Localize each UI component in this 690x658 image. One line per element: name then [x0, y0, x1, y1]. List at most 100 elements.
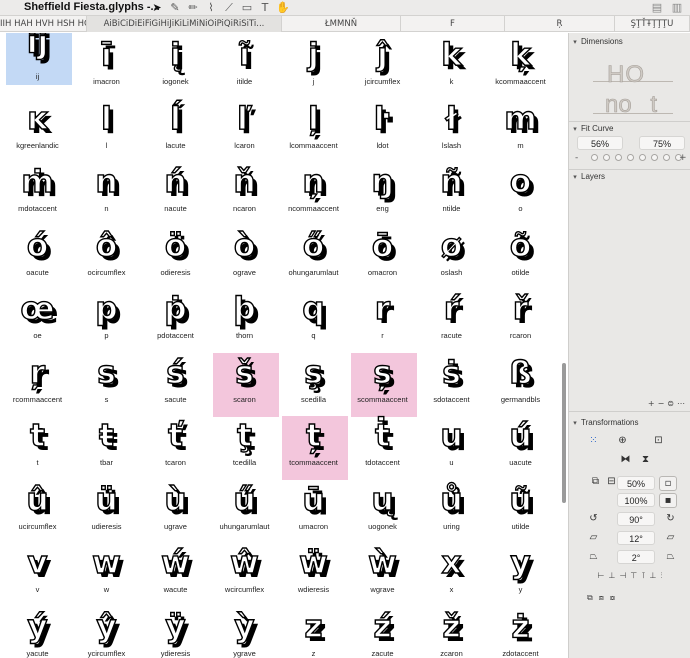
glyph-cell-yacute[interactable]: ý yacute — [3, 605, 72, 658]
plus-icon[interactable]: + — [648, 399, 655, 408]
glyph-cell-o[interactable]: oo — [486, 160, 555, 224]
glyph-cell-scedilla[interactable]: ş scedilla — [279, 351, 348, 415]
brush-icon[interactable]: ⌇ — [204, 1, 218, 15]
sidebar-icon[interactable]: ▤ — [650, 1, 664, 15]
glyph-cell-tcedilla[interactable]: ţ tcedilla — [210, 414, 279, 478]
scrollbar-thumb[interactable] — [562, 363, 566, 503]
grid-scrollbar[interactable] — [560, 33, 567, 658]
draw-icon[interactable]: ✎ — [168, 1, 182, 15]
rotate-right-icon[interactable]: ↻ — [664, 512, 677, 525]
glyph-cell-sdotaccent[interactable]: ṡ sdotaccent — [417, 351, 486, 415]
section-fit-curve[interactable]: ▾ Fit Curve — [569, 122, 690, 135]
glyph-cell-ldot[interactable]: ŀ ldot — [348, 97, 417, 161]
glyph-cell-wacute[interactable]: ẃ wacute — [141, 541, 210, 605]
glyph-cell-x[interactable]: xx — [417, 541, 486, 605]
glyph-cell-u[interactable]: uu — [417, 414, 486, 478]
origin-center-icon[interactable]: ⊕ — [616, 434, 629, 447]
scale-down-button[interactable]: ▪ — [659, 493, 677, 508]
glyph-cell-imacron[interactable]: ī imacron — [72, 33, 141, 97]
glyph-cell-s[interactable]: ss — [72, 351, 141, 415]
glyph-cell-oacute[interactable]: ó oacute — [3, 224, 72, 288]
tab-5[interactable]: Ŗ — [505, 16, 615, 32]
glyph-cell-wgrave[interactable]: ẁ wgrave — [348, 541, 417, 605]
glyph-cell-ncaron[interactable]: ň ncaron — [210, 160, 279, 224]
glyph-cell-eng[interactable]: ŋ eng — [348, 160, 417, 224]
glyph-cell-q[interactable]: qq — [279, 287, 348, 351]
glyph-cell-jcircumflex[interactable]: ĵ jcircumflex — [348, 33, 417, 97]
glyph-cell-udieresis[interactable]: ü udieresis — [72, 478, 141, 542]
glyph-cell-z[interactable]: zz — [279, 605, 348, 658]
glyph-cell-j[interactable]: jj — [279, 33, 348, 97]
glyph-cell-rcaron[interactable]: ř rcaron — [486, 287, 555, 351]
rotate-left-icon[interactable]: ↺ — [587, 512, 600, 525]
glyph-cell-m[interactable]: mm — [486, 97, 555, 161]
tab-4[interactable]: F — [401, 16, 505, 32]
glyph-cell-n[interactable]: nn — [72, 160, 141, 224]
glyph-cell-umacron[interactable]: ū umacron — [279, 478, 348, 542]
fit-curve-minus-button[interactable]: - — [575, 153, 578, 163]
glyph-cell-wdieresis[interactable]: ẅ wdieresis — [279, 541, 348, 605]
glyph-cell-thorn[interactable]: þ thorn — [210, 287, 279, 351]
section-layers[interactable]: ▾ Layers — [569, 170, 690, 183]
flip-horizontal-icon[interactable]: ⧓ — [619, 453, 632, 466]
fit-curve-right-field[interactable]: 75% — [639, 136, 685, 150]
panel-icon[interactable]: ▥ — [670, 1, 684, 15]
fit-curve-step-6[interactable] — [651, 154, 658, 161]
glyph-cell-kgreenlandic[interactable]: ĸ kgreenlandic — [3, 97, 72, 161]
fit-curve-plus-button[interactable]: + — [679, 153, 687, 163]
glyph-cell-oslash[interactable]: ø oslash — [417, 224, 486, 288]
glyph-cell-ugrave[interactable]: ù ugrave — [141, 478, 210, 542]
skew-right-icon[interactable]: ⏢ — [664, 550, 677, 563]
filter-icon[interactable]: ⊜ — [667, 399, 674, 408]
glyph-cell-ij[interactable]: ĳ ij — [3, 33, 72, 97]
subtract-icon[interactable]: ⧈ — [599, 593, 604, 603]
minus-icon[interactable]: − — [658, 399, 665, 408]
intersect-icon[interactable]: ⧇ — [610, 593, 615, 603]
glyph-cell-nacute[interactable]: ń nacute — [141, 160, 210, 224]
glyph-cell-ygrave[interactable]: ỳ ygrave — [210, 605, 279, 658]
more-icon[interactable]: ⋯ — [677, 399, 685, 408]
fit-curve-step-4[interactable] — [627, 154, 634, 161]
glyph-cell-lslash[interactable]: ł lslash — [417, 97, 486, 161]
glyph-cell-t[interactable]: tt — [3, 414, 72, 478]
glyph-cell-uhungarumlaut[interactable]: ű uhungarumlaut — [210, 478, 279, 542]
glyph-cell-uacute[interactable]: ú uacute — [486, 414, 555, 478]
fit-curve-left-field[interactable]: 56% — [577, 136, 623, 150]
hand-icon[interactable]: ✋ — [276, 1, 290, 15]
fit-curve-step-3[interactable] — [615, 154, 622, 161]
glyph-cell-ydieresis[interactable]: ÿ ydieresis — [141, 605, 210, 658]
glyph-cell-ucircumflex[interactable]: û ucircumflex — [3, 478, 72, 542]
scale-y-field[interactable]: 100% — [617, 493, 655, 507]
glyph-cell-uring[interactable]: ů uring — [417, 478, 486, 542]
glyph-cell-wcircumflex[interactable]: ŵ wcircumflex — [210, 541, 279, 605]
glyph-cell-kcommaaccent[interactable]: ķ kcommaaccent — [486, 33, 555, 97]
glyph-cell-rcommaaccent[interactable]: ŗ rcommaaccent — [3, 351, 72, 415]
glyph-cell-zacute[interactable]: ź zacute — [348, 605, 417, 658]
glyph-cell-ncommaaccent[interactable]: ņ ncommaaccent — [279, 160, 348, 224]
glyph-cell-lcommaaccent[interactable]: ļ lcommaaccent — [279, 97, 348, 161]
slant-right-icon[interactable]: ▱ — [664, 531, 677, 544]
glyph-cell-tcommaaccent[interactable]: ț tcommaaccent — [279, 414, 348, 480]
rectangle-icon[interactable]: ▭ — [240, 1, 254, 15]
section-dimensions[interactable]: ▾ Dimensions — [569, 35, 690, 48]
align-vcenter-icon[interactable]: ⊺ — [641, 571, 645, 581]
fit-curve-step-1[interactable] — [591, 154, 598, 161]
tab-3[interactable]: ŁMMNŇ — [282, 16, 401, 32]
scale-up-button[interactable]: ▫ — [659, 476, 677, 491]
glyph-cell-p[interactable]: pp — [72, 287, 141, 351]
glyph-cell-tcaron[interactable]: ť tcaron — [141, 414, 210, 478]
glyph-cell-mdotaccent[interactable]: ṁ mdotaccent — [3, 160, 72, 224]
tab-2[interactable]: AiBiCiDiEiFiGiHiJiKiLiMiNiOiPiQiRiSiTi..… — [87, 16, 282, 32]
glyph-cell-itilde[interactable]: ĩ itilde — [210, 33, 279, 97]
pencil-icon[interactable]: ✏ — [186, 1, 200, 15]
union-icon[interactable]: ⧉ — [587, 593, 593, 603]
align-left-icon[interactable]: ⊢ — [597, 571, 604, 581]
glyph-cell-uogonek[interactable]: ų uogonek — [348, 478, 417, 542]
glyph-cell-lcaron[interactable]: ľ lcaron — [210, 97, 279, 161]
glyph-cell-tdotaccent[interactable]: ṫ tdotaccent — [348, 414, 417, 478]
distribute-icon[interactable]: ⫶ — [661, 571, 663, 581]
glyph-cell-v[interactable]: vv — [3, 541, 72, 605]
align-top-icon[interactable]: ⊤ — [630, 571, 637, 581]
slant-left-icon[interactable]: ▱ — [587, 531, 600, 544]
glyph-cell-pdotaccent[interactable]: ṗ pdotaccent — [141, 287, 210, 351]
